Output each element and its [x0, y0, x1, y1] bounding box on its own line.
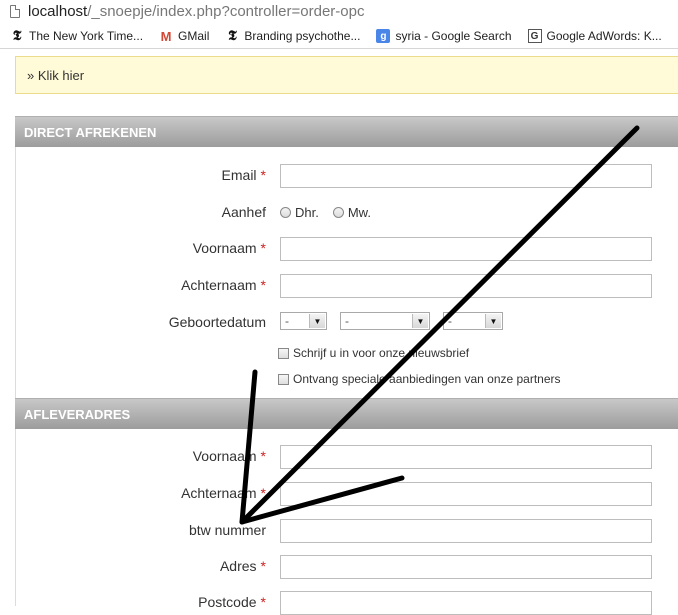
- radio-mw[interactable]: [333, 207, 344, 218]
- chevron-down-icon: ▼: [485, 314, 501, 328]
- radio-dhr[interactable]: [280, 207, 291, 218]
- url-host: localhost: [28, 3, 87, 20]
- partners-checkbox[interactable]: [278, 374, 289, 385]
- bookmark-gmail[interactable]: M GMail: [159, 29, 209, 43]
- bookmark-branding[interactable]: 𝕿 Branding psychothe...: [225, 29, 360, 43]
- aflever-achternaam-input[interactable]: [280, 482, 652, 506]
- section-title: DIRECT AFREKENEN: [24, 125, 156, 140]
- row-geboortedatum: Geboortedatum - ▼ - ▼ - ▼: [16, 311, 678, 335]
- google-search-icon: g: [376, 29, 390, 43]
- row-email: Email*: [16, 164, 678, 188]
- radio-mw-label[interactable]: Mw.: [348, 205, 371, 220]
- postcode-input[interactable]: [280, 591, 652, 615]
- chevron-down-icon: ▼: [412, 314, 428, 328]
- section-header-direct-afrekenen: DIRECT AFREKENEN: [15, 116, 678, 147]
- bookmarks-bar: 𝕿 The New York Time... M GMail 𝕿 Brandin…: [0, 24, 678, 49]
- address-bar[interactable]: localhost/_snoepje/index.php?controller=…: [0, 0, 678, 22]
- notice-box: » Klik hier: [15, 56, 678, 94]
- aanhef-radio-group: Dhr. Mw.: [280, 205, 385, 220]
- geboortedatum-label: Geboortedatum: [169, 314, 266, 330]
- postcode-label: Postcode*: [198, 594, 266, 610]
- page-icon: [10, 5, 20, 18]
- aflever-voornaam-input[interactable]: [280, 445, 652, 469]
- row-aflever-voornaam: Voornaam*: [16, 445, 678, 469]
- partners-row: Ontvang speciale aanbiedingen van onze p…: [278, 372, 561, 386]
- btw-nummer-input[interactable]: [280, 519, 652, 543]
- row-aflever-achternaam: Achternaam*: [16, 482, 678, 506]
- nyt-icon: 𝕿: [10, 29, 24, 43]
- row-adres: Adres*: [16, 555, 678, 579]
- newsletter-checkbox[interactable]: [278, 348, 289, 359]
- birth-day-select[interactable]: - ▼: [280, 312, 327, 330]
- url-text[interactable]: localhost/_snoepje/index.php?controller=…: [28, 3, 364, 20]
- bookmark-label: The New York Time...: [29, 29, 143, 43]
- row-btw-nummer: btw nummer: [16, 519, 678, 543]
- bookmark-label: Google AdWords: K...: [547, 29, 662, 43]
- url-path: /_snoepje/index.php?controller=order-opc: [87, 3, 364, 20]
- gmail-icon: M: [159, 29, 173, 43]
- voornaam-input[interactable]: [280, 237, 652, 261]
- btw-nummer-label: btw nummer: [189, 522, 266, 538]
- row-voornaam: Voornaam*: [16, 237, 678, 261]
- email-input[interactable]: [280, 164, 652, 188]
- achternaam-input[interactable]: [280, 274, 652, 298]
- email-label: Email*: [222, 167, 266, 183]
- bookmark-adwords[interactable]: G Google AdWords: K...: [528, 29, 662, 43]
- radio-dhr-label[interactable]: Dhr.: [295, 205, 319, 220]
- newsletter-label[interactable]: Schrijf u in voor onze nieuwsbrief: [293, 346, 469, 360]
- adres-input[interactable]: [280, 555, 652, 579]
- page-content: » Klik hier DIRECT AFREKENEN Email* Aanh…: [0, 49, 678, 606]
- newsletter-row: Schrijf u in voor onze nieuwsbrief: [278, 346, 469, 360]
- bookmark-label: GMail: [178, 29, 209, 43]
- section-header-afleveradres: AFLEVERADRES: [15, 398, 678, 429]
- adres-label: Adres*: [220, 558, 266, 574]
- row-achternaam: Achternaam*: [16, 274, 678, 298]
- nyt-icon: 𝕿: [225, 29, 239, 43]
- bookmark-google-search[interactable]: g syria - Google Search: [376, 29, 511, 43]
- achternaam-label: Achternaam*: [181, 277, 266, 293]
- birth-year-select[interactable]: - ▼: [443, 312, 503, 330]
- notice-link[interactable]: » Klik hier: [27, 68, 84, 83]
- aanhef-label: Aanhef: [222, 204, 266, 220]
- adwords-icon: G: [528, 29, 542, 43]
- bookmark-label: Branding psychothe...: [244, 29, 360, 43]
- voornaam-label: Voornaam*: [193, 240, 266, 256]
- row-aanhef: Aanhef Dhr. Mw.: [16, 201, 678, 225]
- section-title: AFLEVERADRES: [24, 407, 130, 422]
- section-body-direct-afrekenen: Email* Aanhef Dhr. Mw. Voornaam* Achtern…: [15, 147, 678, 398]
- row-postcode: Postcode*: [16, 591, 678, 615]
- section-body-afleveradres: Voornaam* Achternaam* btw nummer Adres* …: [15, 429, 678, 606]
- partners-label[interactable]: Ontvang speciale aanbiedingen van onze p…: [293, 372, 561, 386]
- chevron-down-icon: ▼: [309, 314, 325, 328]
- bookmark-nyt[interactable]: 𝕿 The New York Time...: [10, 29, 143, 43]
- birth-month-select[interactable]: - ▼: [340, 312, 430, 330]
- bookmark-label: syria - Google Search: [395, 29, 511, 43]
- aflever-achternaam-label: Achternaam*: [181, 485, 266, 501]
- aflever-voornaam-label: Voornaam*: [193, 448, 266, 464]
